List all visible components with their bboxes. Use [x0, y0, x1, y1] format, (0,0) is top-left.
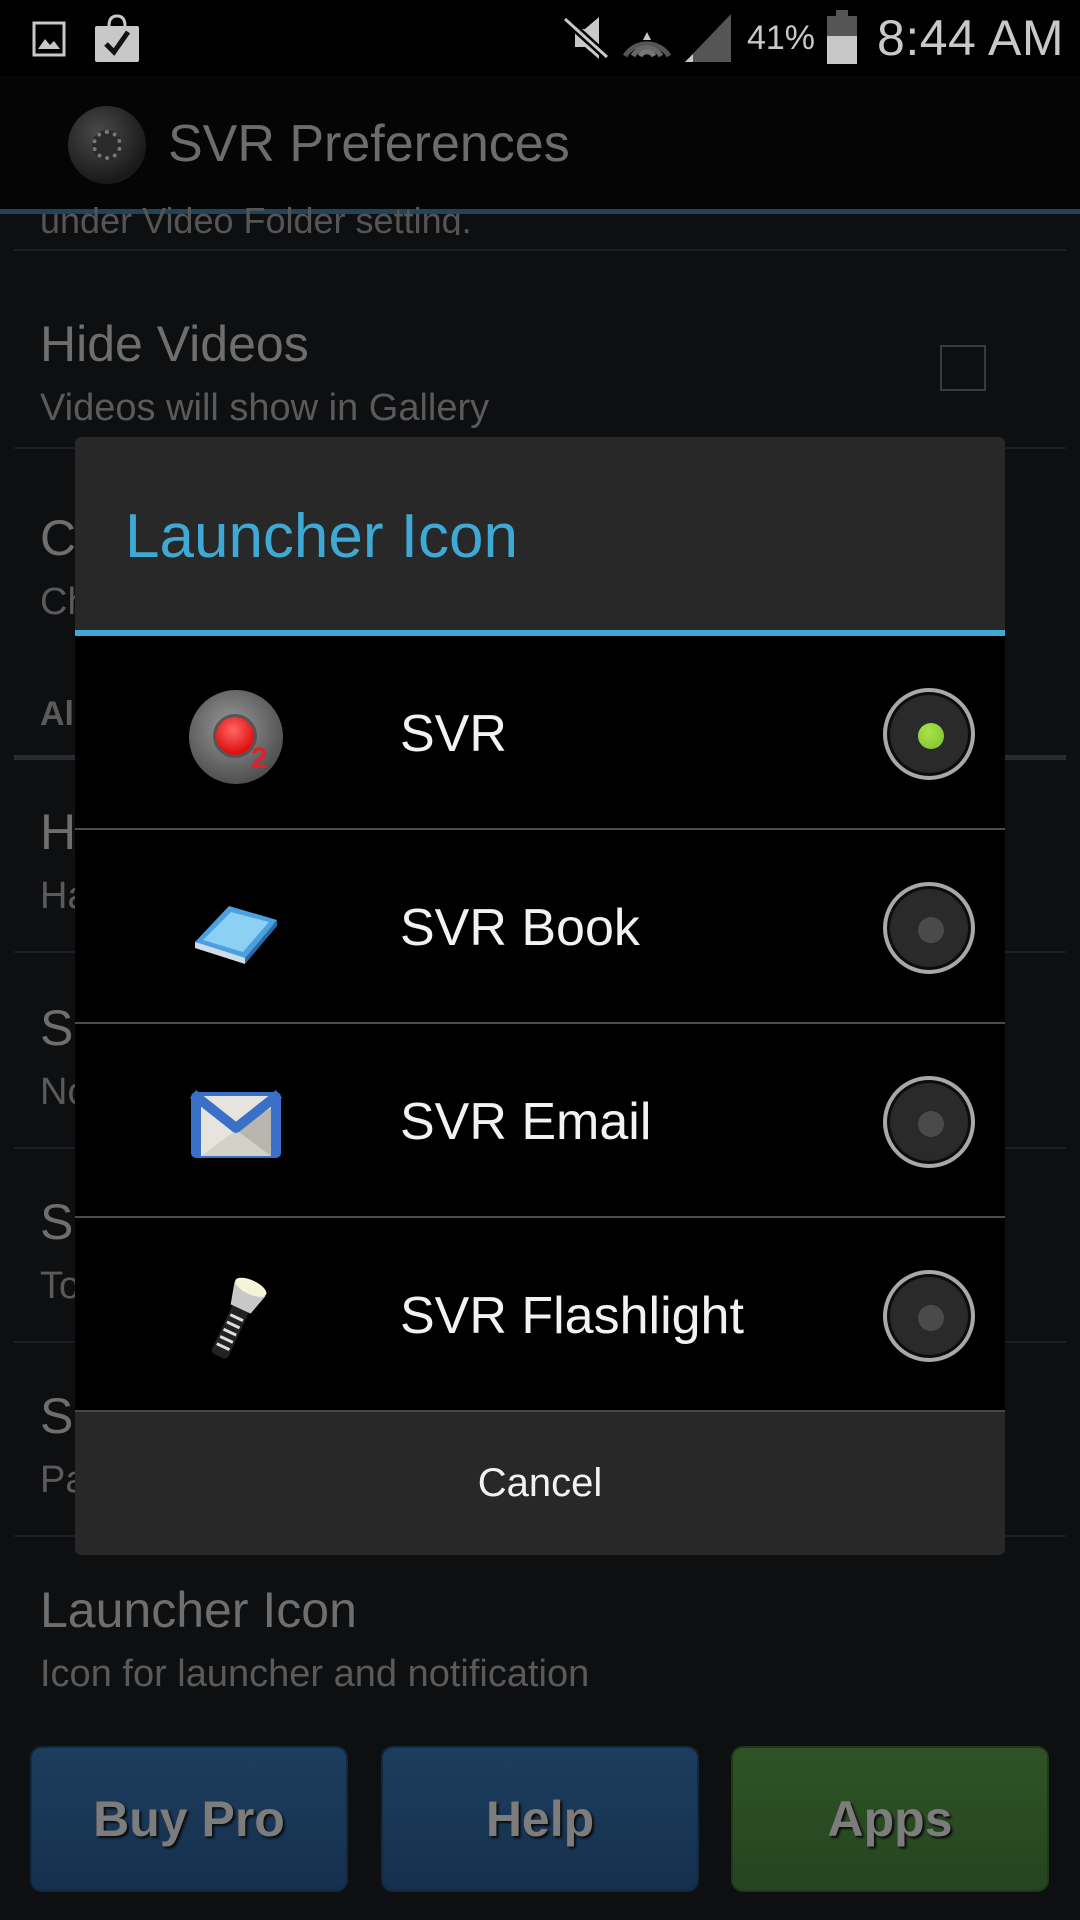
clock: 8:44 AM [877, 10, 1064, 66]
dialog-footer: Cancel [75, 1410, 1005, 1555]
pref-title: Launcher Icon [40, 1582, 357, 1638]
option-label: SVR Flashlight [400, 1287, 744, 1345]
shopping-bag-check-icon [95, 14, 139, 62]
radio-button[interactable] [883, 1076, 975, 1168]
pref-title: S [40, 1194, 74, 1250]
book-icon [195, 906, 277, 964]
record-icon: 2 [189, 690, 283, 784]
settings-gear-icon[interactable] [68, 106, 146, 184]
flashlight-icon [211, 1277, 267, 1359]
pref-title: S [40, 1000, 74, 1056]
option-label: SVR Email [400, 1093, 652, 1151]
option-label: SVR Book [400, 899, 640, 957]
option-svr[interactable]: 2 SVR [75, 636, 1005, 830]
pref-title: Hide Videos [40, 316, 309, 372]
option-label: SVR [400, 705, 507, 763]
hide-videos-checkbox[interactable] [940, 345, 986, 391]
signal-icon [684, 14, 731, 62]
status-bar: 41% 8:44 AM [0, 0, 1080, 76]
option-svr-book[interactable]: SVR Book [75, 830, 1005, 1024]
category-header: Al [40, 695, 74, 733]
dialog-title: Launcher Icon [125, 502, 518, 571]
radio-button[interactable] [883, 1270, 975, 1362]
clipped-summary: under Video Folder setting. [40, 207, 472, 235]
launcher-icon-dialog: Launcher Icon 2 SVR SVR Book SVR Email S… [75, 437, 1005, 1555]
buy-pro-button[interactable]: Buy Pro [30, 1746, 348, 1892]
dialog-header: Launcher Icon [75, 437, 1005, 630]
wifi-icon [622, 32, 672, 58]
pref-title: H [40, 804, 77, 860]
mute-icon [562, 16, 610, 60]
apps-button[interactable]: Apps [731, 1746, 1049, 1892]
action-bar: SVR Preferences [0, 76, 1080, 214]
app-title: SVR Preferences [168, 115, 570, 173]
battery-icon [827, 10, 858, 64]
help-button[interactable]: Help [381, 1746, 699, 1892]
pref-summary: Videos will show in Gallery [40, 387, 490, 429]
battery-percent: 41% [746, 18, 816, 57]
email-icon [189, 1090, 283, 1158]
gallery-icon [32, 21, 66, 57]
radio-button-selected[interactable] [883, 688, 975, 780]
option-svr-flashlight[interactable]: SVR Flashlight [75, 1218, 1005, 1412]
pref-title: C [40, 510, 77, 566]
bottom-button-bar: Buy Pro Help Apps [0, 1746, 1080, 1920]
divider [14, 249, 1066, 251]
pref-summary: Icon for launcher and notification [40, 1653, 590, 1695]
option-svr-email[interactable]: SVR Email [75, 1024, 1005, 1218]
radio-button[interactable] [883, 882, 975, 974]
pref-title: S [40, 1388, 74, 1444]
cancel-button[interactable]: Cancel [75, 1412, 1005, 1555]
